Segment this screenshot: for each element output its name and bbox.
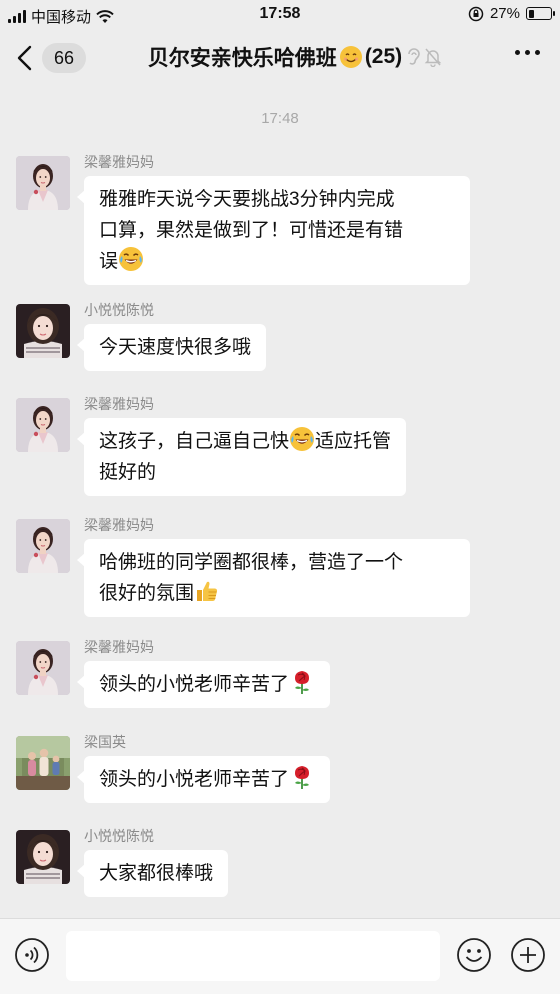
message-text: 适应托管	[315, 431, 392, 452]
rose-emoji-icon	[289, 764, 315, 790]
thumbs-up-emoji-icon	[194, 578, 220, 604]
avatar-image	[16, 156, 70, 210]
avatar-image	[16, 398, 70, 452]
message-line-with-emoji: 领头的小悦老师辛苦了	[99, 764, 315, 795]
message-line: 大家都很棒哦	[99, 863, 214, 884]
message-line-with-emoji: 很好的氛围	[99, 578, 455, 609]
voice-icon[interactable]	[14, 937, 50, 973]
message-bubble[interactable]: 雅雅昨天说今天要挑战3分钟内完成 口算，果然是做到了！可惜还是有错 误	[77, 176, 470, 285]
message-text: 这孩子，自己逼自己快	[99, 431, 290, 452]
status-bar: 中国移动 17:58 27%	[0, 0, 560, 30]
message-line-with-emoji: 领头的小悦老师辛苦了	[99, 669, 315, 700]
ear-icon	[408, 48, 420, 65]
message-bubble[interactable]: 这孩子，自己逼自己快 适应托管 挺好的	[76, 418, 407, 496]
chat-title-wrap[interactable]: 贝尔安亲快乐哈佛班 (25)	[120, 42, 470, 72]
avatar-image	[16, 736, 70, 790]
battery-icon	[526, 7, 555, 20]
smile-emoji-icon	[339, 46, 362, 68]
message-text: 领头的小悦老师辛苦了	[99, 769, 290, 790]
input-bar	[0, 918, 560, 994]
message-text: 误	[99, 251, 119, 272]
message-text: 很好的氛围	[99, 583, 195, 604]
chat-title: 贝尔安亲快乐哈佛班	[147, 47, 337, 70]
sender-name: 小悦悦陈悦	[84, 302, 154, 318]
message-bubble[interactable]: 领头的小悦老师辛苦了	[76, 756, 331, 803]
dot-icon	[515, 50, 520, 55]
avatar-image	[16, 519, 70, 573]
sender-name: 小悦悦陈悦	[84, 828, 154, 844]
status-right: 27%	[468, 5, 555, 22]
more-button[interactable]	[515, 50, 540, 55]
dot-icon	[525, 50, 530, 55]
plus-icon[interactable]	[510, 937, 546, 973]
avatar[interactable]	[16, 304, 70, 358]
avatar[interactable]	[16, 398, 70, 452]
avatar[interactable]	[16, 641, 70, 695]
message-bubble[interactable]: 领头的小悦老师辛苦了	[76, 661, 331, 708]
sender-name: 梁馨雅妈妈	[84, 154, 154, 170]
avatar-image	[16, 641, 70, 695]
mute-bell-icon	[424, 48, 442, 67]
member-count: (25)	[364, 45, 403, 68]
message-bubble[interactable]: 哈佛班的同学圈都很棒，营造了一个 很好的氛围	[77, 539, 470, 617]
message-line-with-emoji: 这孩子，自己逼自己快 适应托管	[99, 426, 391, 457]
message-line: 挺好的	[99, 462, 157, 483]
dot-icon	[535, 50, 540, 55]
message-line: 今天速度快很多哦	[99, 337, 252, 358]
avatar[interactable]	[16, 519, 70, 573]
avatar[interactable]	[16, 830, 70, 884]
battery-percent: 27%	[489, 5, 520, 22]
message-bubble[interactable]: 今天速度快很多哦	[76, 324, 267, 371]
message-line-with-emoji: 误	[99, 246, 455, 277]
time-divider: 17:48	[261, 110, 299, 127]
sender-name: 梁馨雅妈妈	[84, 639, 154, 655]
rose-emoji-icon	[289, 669, 315, 695]
message-text: 领头的小悦老师辛苦了	[99, 674, 290, 695]
sender-name: 梁馨雅妈妈	[84, 396, 154, 412]
avatar[interactable]	[16, 156, 70, 210]
message-line: 哈佛班的同学圈都很棒，营造了一个	[99, 552, 404, 573]
sender-name: 梁馨雅妈妈	[84, 517, 154, 533]
avatar-image	[16, 830, 70, 884]
orientation-lock-icon	[468, 6, 484, 21]
chevron-left-icon	[17, 45, 32, 71]
sender-name: 梁国英	[84, 734, 126, 750]
avatar[interactable]	[16, 736, 70, 790]
battery-fill	[528, 9, 535, 18]
emoji-icon[interactable]	[456, 937, 492, 973]
laugh-cry-emoji-icon	[289, 426, 315, 452]
avatar-image	[16, 304, 70, 358]
laugh-cry-emoji-icon	[118, 246, 144, 272]
message-input[interactable]	[66, 931, 440, 981]
message-line: 雅雅昨天说今天要挑战3分钟内完成	[99, 189, 395, 210]
message-bubble[interactable]: 大家都很棒哦	[76, 850, 229, 897]
chat-header: 66 贝尔安亲快乐哈佛班 (25)	[0, 30, 560, 86]
unread-count-badge: 66	[42, 43, 86, 73]
message-line: 口算，果然是做到了！可惜还是有错	[99, 220, 404, 241]
back-button[interactable]: 66	[16, 42, 96, 74]
